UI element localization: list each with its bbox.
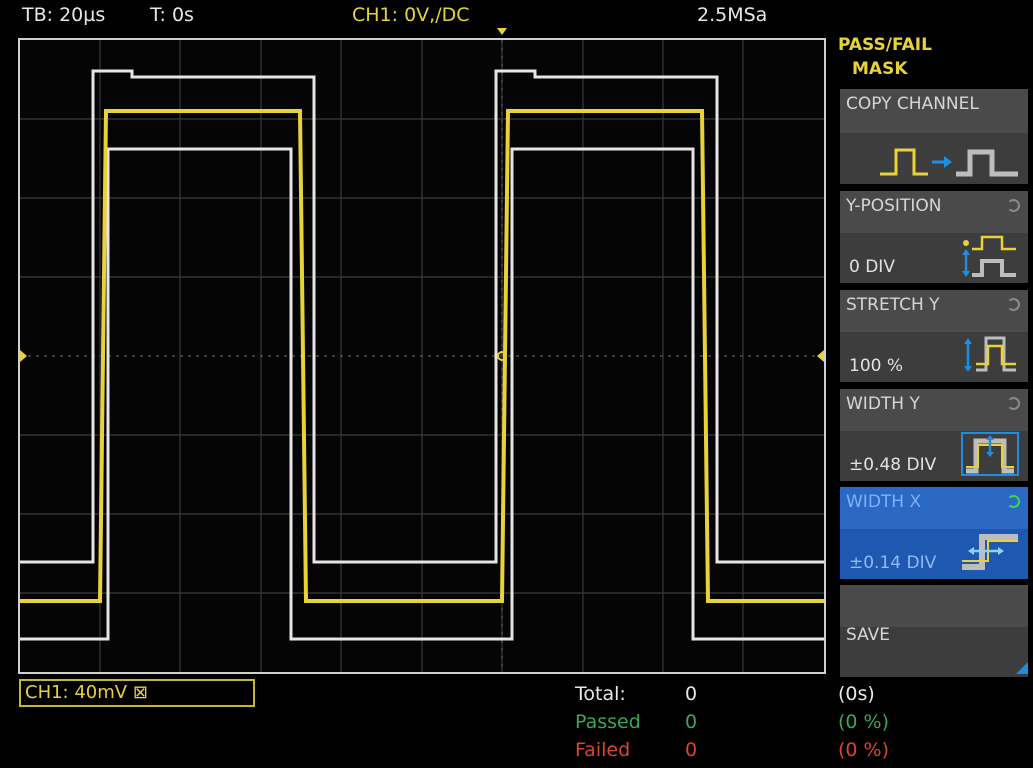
save-mask-button[interactable]: SAVE	[840, 585, 1028, 677]
width-y-button[interactable]: WIDTH Y ±0.48 DIV	[840, 389, 1028, 481]
channel-setting-box[interactable]: CH1: 40mV ⊠	[19, 679, 255, 707]
y-position-value: 0 DIV	[849, 257, 895, 277]
rotary-knob-icon	[1007, 199, 1020, 212]
total-label: Total:	[575, 683, 626, 705]
status-bar: TB: 20µs T: 0s CH1: 0V,/DC 2.5MSa	[0, 0, 1033, 35]
passed-label: Passed	[575, 711, 641, 733]
width-y-label: WIDTH Y	[846, 394, 920, 414]
y-position-button[interactable]: Y-POSITION 0 DIV	[840, 191, 1028, 283]
menu-more-indicator-icon	[1016, 662, 1028, 674]
channel-readout[interactable]: CH1: 0V,/DC	[352, 4, 470, 26]
copy-channel-button[interactable]: COPY CHANNEL	[840, 89, 1028, 184]
total-percent: (0s)	[838, 683, 875, 705]
menu-title-line2: MASK	[852, 59, 908, 79]
failed-label: Failed	[575, 739, 631, 761]
width-y-icon	[961, 432, 1019, 476]
stretch-y-label: STRETCH Y	[846, 295, 940, 315]
trigger-level-marker	[817, 350, 824, 362]
stretch-y-icon	[964, 336, 1016, 372]
rotary-knob-icon	[1007, 298, 1020, 311]
save-label: SAVE	[846, 625, 891, 645]
y-position-label: Y-POSITION	[846, 196, 942, 216]
timebase-readout[interactable]: TB: 20µs	[22, 4, 105, 26]
width-y-value: ±0.48 DIV	[849, 455, 937, 475]
waveform-display[interactable]	[18, 38, 826, 674]
menu-title-line1: PASS/FAIL	[838, 35, 932, 55]
ground-level-marker	[20, 350, 27, 362]
width-x-value: ±0.14 DIV	[849, 553, 937, 573]
passed-value: 0	[685, 711, 698, 733]
waveform-plot	[20, 40, 824, 672]
stretch-y-button[interactable]: STRETCH Y 100 %	[840, 290, 1028, 382]
passed-percent: (0 %)	[838, 711, 890, 733]
copy-channel-icon	[880, 148, 1018, 177]
width-x-button[interactable]: WIDTH X ±0.14 DIV	[840, 487, 1028, 579]
width-x-icon	[962, 534, 1018, 570]
rotary-knob-icon	[1007, 495, 1020, 508]
failed-percent: (0 %)	[838, 739, 890, 761]
failed-value: 0	[685, 739, 698, 761]
trigger-time-readout[interactable]: T: 0s	[150, 4, 194, 26]
stretch-y-value: 100 %	[849, 356, 904, 376]
trigger-position-marker	[497, 28, 507, 35]
copy-channel-label: COPY CHANNEL	[846, 94, 979, 114]
sample-rate-readout: 2.5MSa	[697, 4, 768, 26]
rotary-knob-icon	[1007, 397, 1020, 410]
menu-title: PASS/FAIL MASK	[838, 33, 1028, 81]
width-x-label: WIDTH X	[846, 492, 922, 512]
total-value: 0	[685, 683, 698, 705]
y-position-icon	[962, 235, 1016, 277]
